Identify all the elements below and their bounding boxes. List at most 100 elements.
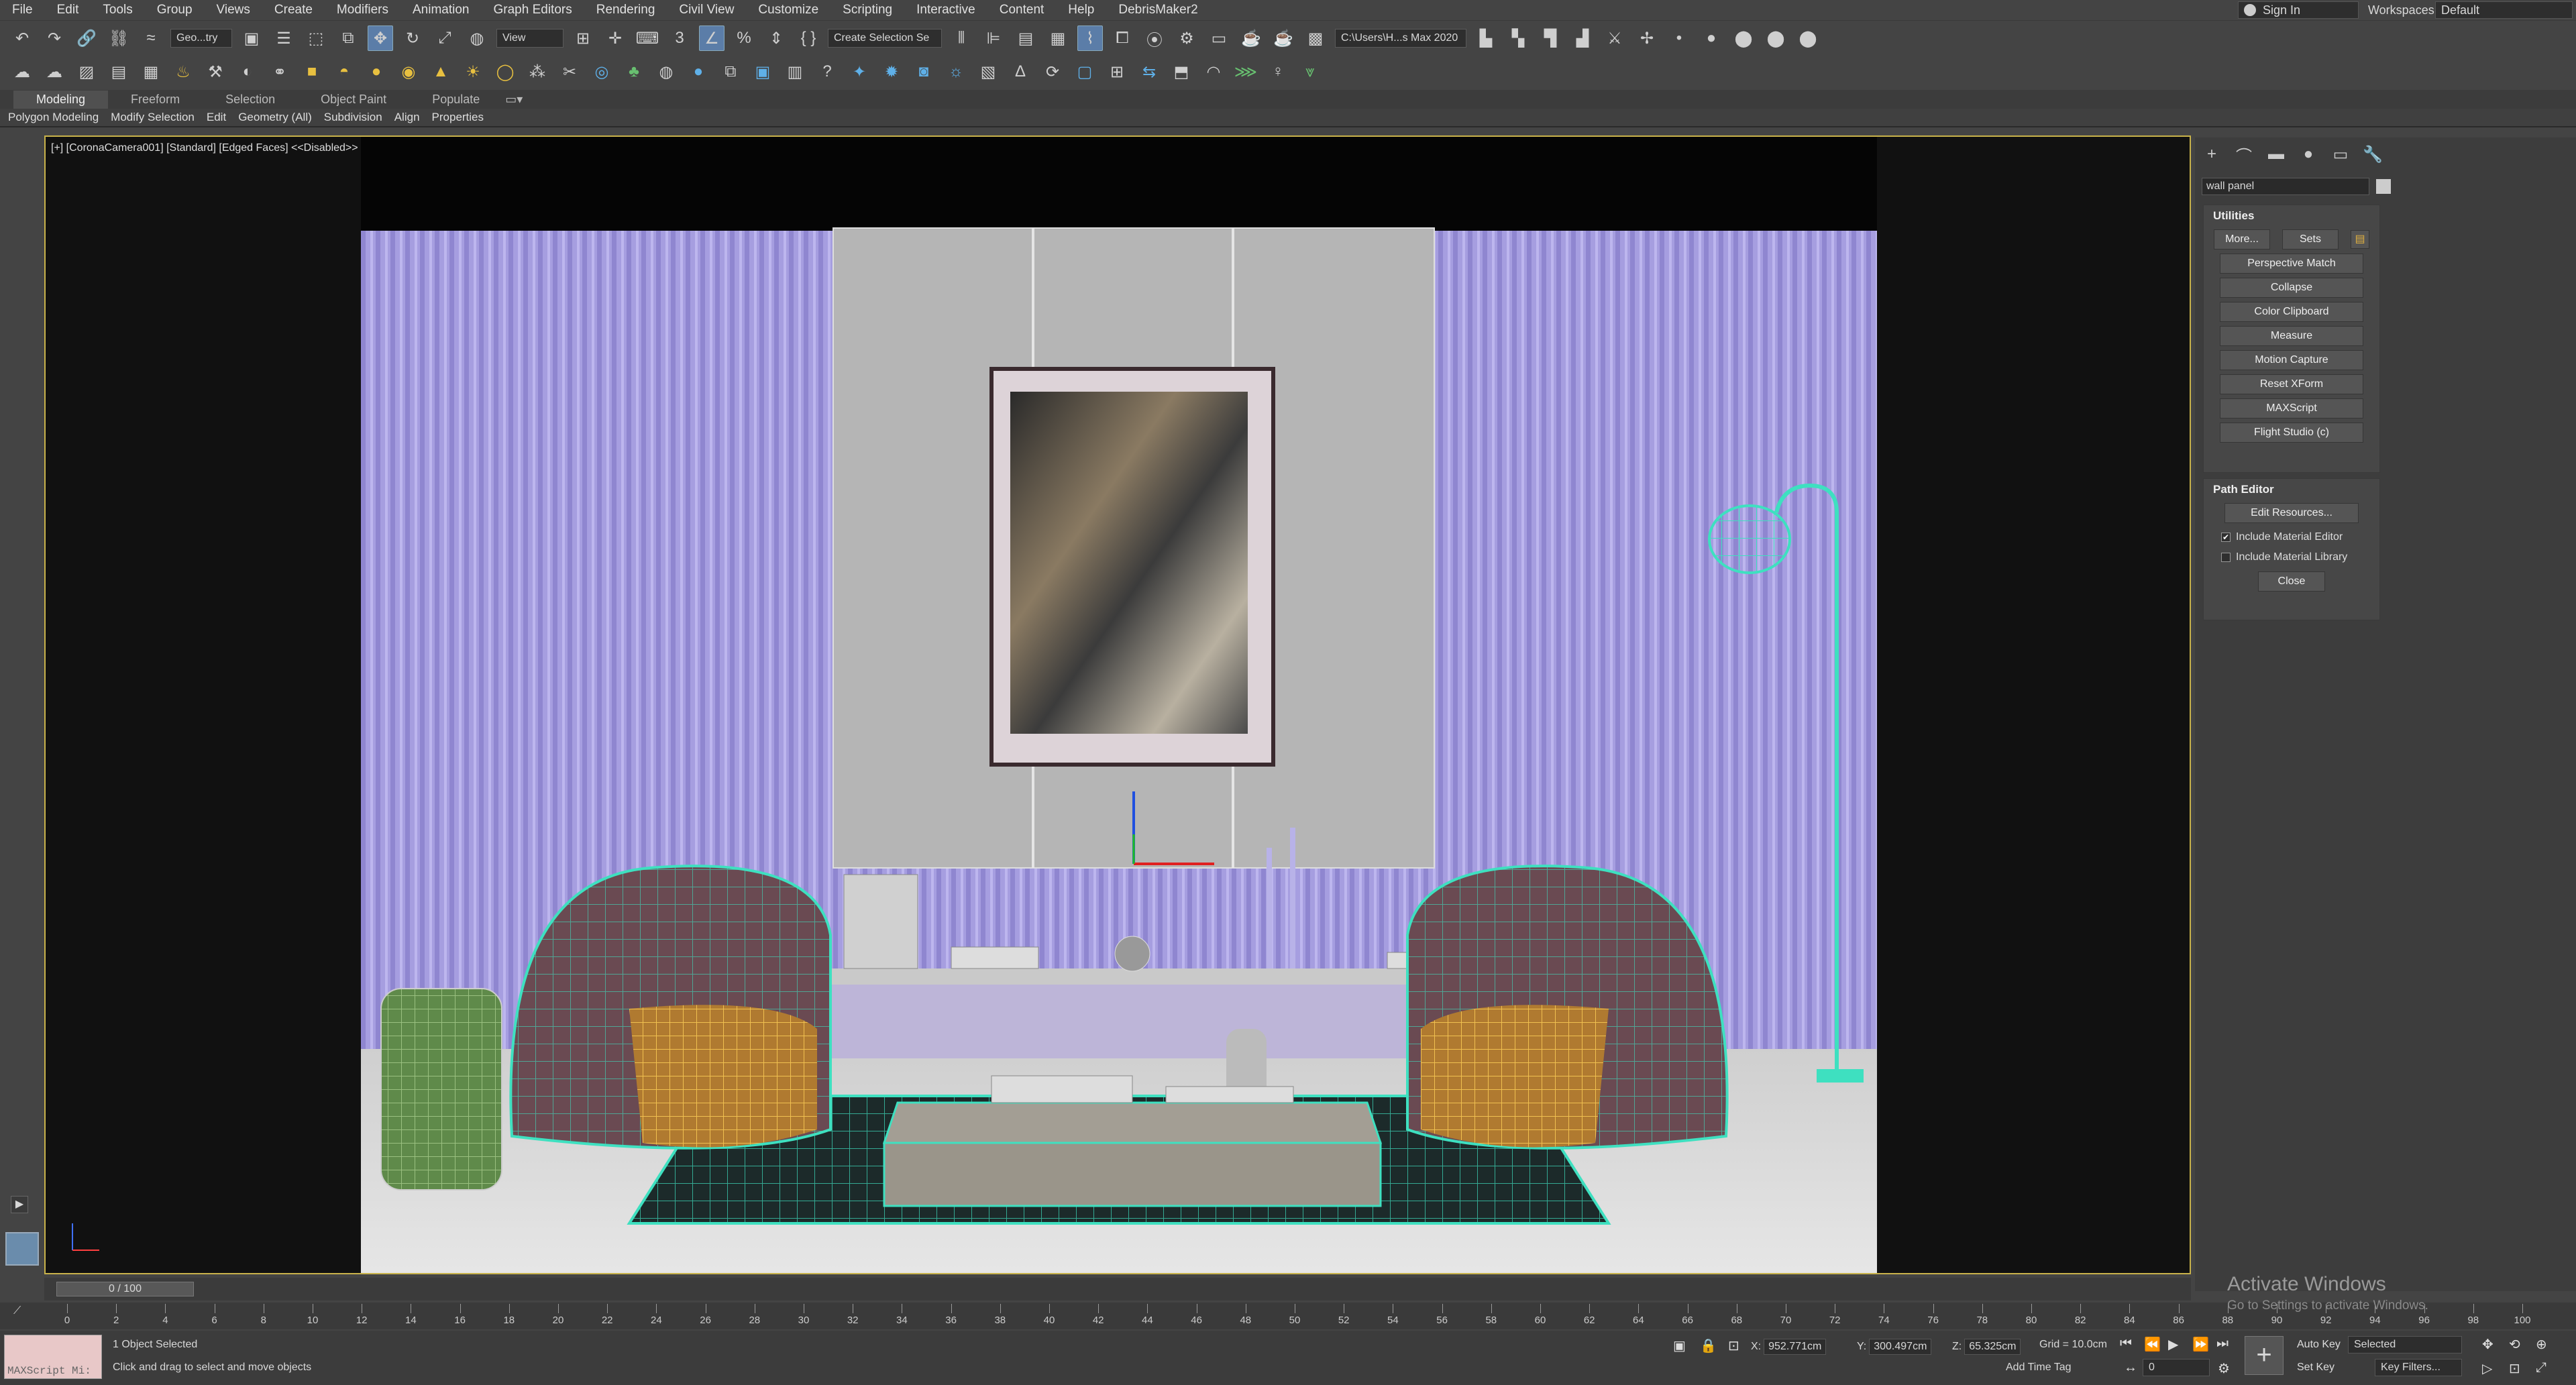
time-slider[interactable]: 0 / 100 [44, 1278, 2191, 1300]
hierarchy-tab-icon[interactable]: ▬ [2266, 144, 2286, 164]
coffee-table-top[interactable] [882, 1101, 1383, 1144]
goto-end-icon[interactable]: ⏭ [2216, 1336, 2229, 1351]
table-tray[interactable] [1165, 1086, 1294, 1103]
cone-icon[interactable]: ▲ [428, 59, 453, 85]
collapse-button[interactable]: Collapse [2220, 278, 2363, 298]
rotate-icon[interactable]: ↻ [400, 25, 425, 51]
track-bar[interactable]: ⟋ 0 2 4 6 8 10 12 14 16 18 20 22 24 26 28 30 32 34 36 38 40 4… [0, 1303, 2576, 1329]
coord-x-field[interactable]: 952.771cm [1764, 1339, 1827, 1355]
snap-toggle-icon[interactable]: 3 [667, 25, 692, 51]
object-color-swatch[interactable] [2376, 179, 2391, 194]
angle-snap-icon[interactable]: ∠ [699, 25, 724, 51]
decor-ball[interactable] [1114, 936, 1150, 972]
menu-file[interactable]: File [0, 3, 45, 17]
cloud-icon[interactable]: ☁ [9, 59, 35, 85]
scale-icon[interactable]: ⤢ [432, 25, 458, 51]
box-icon[interactable]: ■ [299, 59, 325, 85]
coffee-table-base[interactable] [883, 1142, 1382, 1207]
modify-tab-icon[interactable]: ⌒ [2234, 144, 2254, 166]
menu-tools[interactable]: Tools [91, 3, 144, 17]
grid-icon[interactable]: ▦ [138, 59, 164, 85]
walk-icon[interactable]: ⊡ [2509, 1360, 2520, 1377]
scatter-icon[interactable]: ⁂ [525, 59, 550, 85]
toggle-ribbon-icon[interactable]: ▦ [1045, 25, 1071, 51]
menu-help[interactable]: Help [1056, 3, 1106, 17]
circle-gray-3-icon[interactable]: ⬤ [1795, 25, 1821, 51]
coord-y-field[interactable]: 300.497cm [1869, 1339, 1932, 1355]
motion-capture-button[interactable]: Motion Capture [2220, 350, 2363, 370]
close-button[interactable]: Close [2258, 571, 2325, 592]
project-settings-icon[interactable]: ▟ [1570, 25, 1595, 51]
place-icon[interactable]: ◍ [464, 25, 490, 51]
mirror-icon[interactable]: ⫴ [949, 25, 974, 51]
chevrons-icon[interactable]: ⋙ [1233, 59, 1258, 85]
project-browse-icon[interactable]: ▜ [1538, 25, 1563, 51]
display-tab-icon[interactable]: ▭ [2330, 144, 2351, 164]
bar-chart-icon[interactable]: ▥ [782, 59, 808, 85]
sign-in-button[interactable]: Sign In [2238, 1, 2359, 19]
curve-editor-icon[interactable]: ⌇ [1077, 25, 1103, 51]
table-books[interactable] [991, 1075, 1133, 1103]
layer-explorer-icon[interactable]: ▤ [1013, 25, 1038, 51]
goto-start-icon[interactable]: ⏮ [2120, 1336, 2132, 1351]
candle-holder-2[interactable] [1290, 828, 1295, 968]
maxscript-listener[interactable]: MAXScript Mi: [4, 1335, 102, 1379]
pivot-center-icon[interactable]: ⊞ [570, 25, 596, 51]
selection-filter-dropdown[interactable]: Geo...try [170, 29, 232, 48]
menu-group[interactable]: Group [145, 3, 205, 17]
include-material-library-checkbox[interactable]: Include Material Library [2204, 547, 2379, 567]
cameras-icon[interactable]: ▣ [750, 59, 775, 85]
dome-icon[interactable]: ◓ [331, 59, 357, 85]
disc-icon[interactable]: ◉ [396, 59, 421, 85]
absolute-mode-icon[interactable]: ⊡ [1728, 1337, 1739, 1354]
color-clipboard-button[interactable]: Color Clipboard [2220, 302, 2363, 322]
image-icon[interactable]: ▨ [74, 59, 99, 85]
menu-customize[interactable]: Customize [746, 3, 830, 17]
help-circle-icon[interactable]: ? [814, 59, 840, 85]
set-key-button[interactable]: Set Key [2297, 1362, 2334, 1374]
delta-icon[interactable]: Δ [1008, 59, 1033, 85]
window-crossing-icon[interactable]: ⧉ [335, 25, 361, 51]
menu-scripting[interactable]: Scripting [830, 3, 904, 17]
floor-lamp-base[interactable] [1817, 1069, 1864, 1083]
select-manipulate-icon[interactable]: ✛ [602, 25, 628, 51]
circle-gray-1-icon[interactable]: ⬤ [1731, 25, 1756, 51]
unlink-icon[interactable]: ⛓ [106, 25, 131, 51]
play-icon[interactable]: ▶ [2168, 1336, 2178, 1353]
tab-object-paint[interactable]: Object Paint [298, 93, 409, 107]
align-icon[interactable]: ⊫ [981, 25, 1006, 51]
curve-editor-toggle-icon[interactable]: ⟋ [13, 1305, 21, 1317]
layout-thumbnail[interactable] [5, 1232, 39, 1266]
globe-icon[interactable]: ◎ [589, 59, 614, 85]
tree-icon[interactable]: ♣ [621, 59, 647, 85]
isolate-selection-icon[interactable]: ▣ [1673, 1337, 1686, 1354]
tab-modeling[interactable]: Modeling [13, 90, 109, 109]
menu-content[interactable]: Content [987, 3, 1057, 17]
named-selection-dropdown[interactable]: Create Selection Se [828, 29, 942, 48]
ribbon-align[interactable]: Align [394, 111, 420, 124]
ref-coord-dropdown[interactable]: View [496, 29, 564, 48]
knife-icon[interactable]: ✂ [557, 59, 582, 85]
menu-debrismaker[interactable]: DebrisMaker2 [1106, 3, 1210, 17]
camera-icon[interactable]: ◙ [911, 59, 936, 85]
bind-spacewarp-icon[interactable]: ≈ [138, 25, 164, 51]
utilities-rollout-header[interactable]: Utilities [2204, 205, 2379, 225]
tab-selection[interactable]: Selection [203, 93, 298, 107]
ribbon-properties[interactable]: Properties [432, 111, 484, 124]
eye-icon[interactable]: ◠ [1201, 59, 1226, 85]
menu-rendering[interactable]: Rendering [584, 3, 667, 17]
scene-render[interactable] [361, 137, 1877, 1273]
time-slider-thumb[interactable]: 0 / 100 [56, 1282, 194, 1296]
lathe-icon[interactable]: ◐ [235, 59, 260, 85]
schematic-view-icon[interactable]: ⧠ [1110, 25, 1135, 51]
light-icon[interactable]: ✦ [847, 59, 872, 85]
bulb-icon[interactable]: ♀ [1265, 59, 1291, 85]
perspective-match-button[interactable]: Perspective Match [2220, 254, 2363, 274]
maxscript-button[interactable]: MAXScript [2220, 398, 2363, 419]
create-tab-icon[interactable]: + [2202, 144, 2222, 164]
dot-small-icon[interactable]: • [1666, 25, 1692, 51]
spinner-snap-icon[interactable]: ⇕ [763, 25, 789, 51]
percent-snap-icon[interactable]: % [731, 25, 757, 51]
select-by-name-icon[interactable]: ☰ [271, 25, 297, 51]
utilities-tab-icon[interactable]: 🔧 [2363, 144, 2383, 164]
